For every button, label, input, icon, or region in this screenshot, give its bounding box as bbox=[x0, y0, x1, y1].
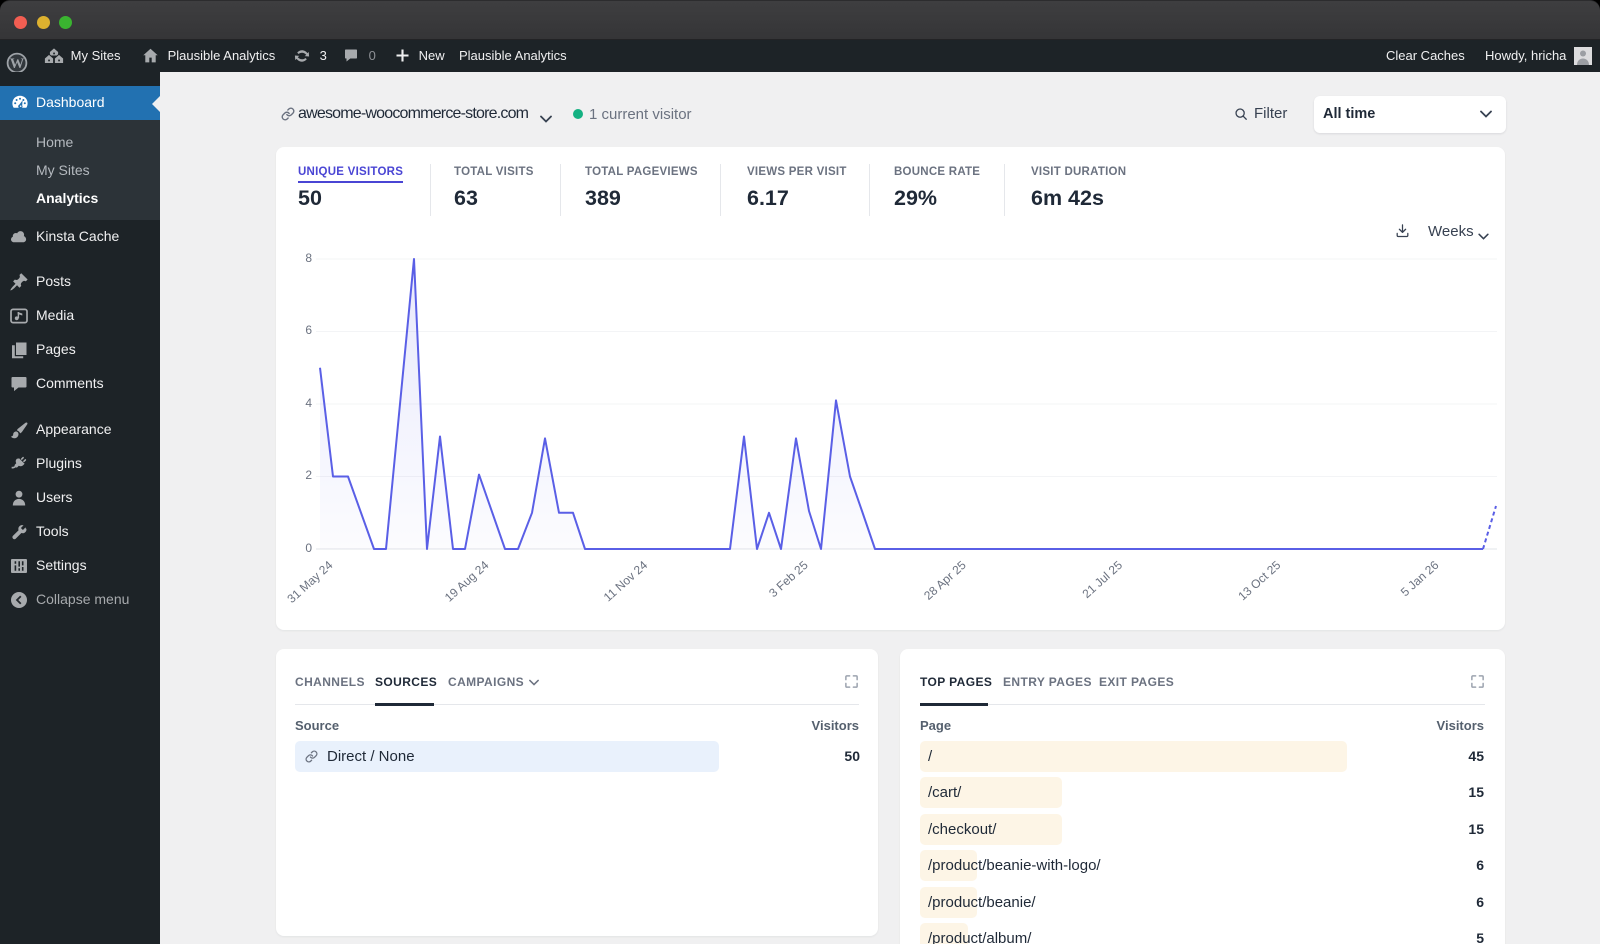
svg-text:W: W bbox=[10, 55, 25, 71]
